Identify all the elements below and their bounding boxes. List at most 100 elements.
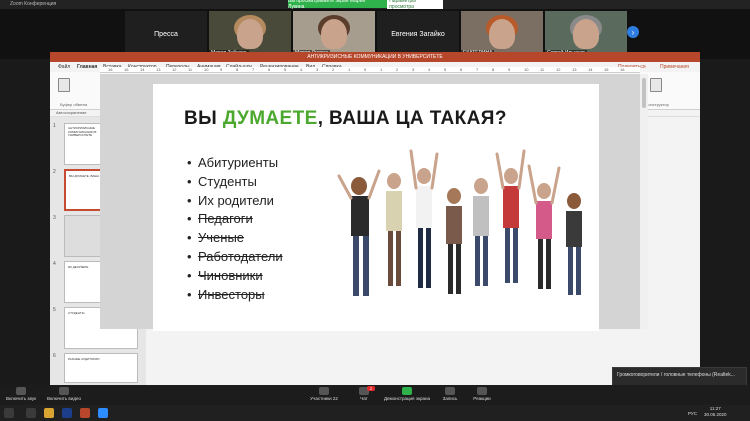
system-clock: 11:27 30.06.2020 bbox=[704, 406, 727, 417]
participants-button[interactable]: Участники 22 bbox=[306, 387, 342, 401]
thumb-number: 3 bbox=[53, 215, 56, 221]
participant-tile[interactable]: Сергей Ильичев bbox=[545, 11, 627, 57]
slide[interactable]: ВЫ ДУМАЕТЕ, ВАША ЦА ТАКАЯ? АбитуриентыСт… bbox=[153, 84, 599, 331]
ruler-mark: 11 bbox=[540, 67, 545, 72]
bullet-list: АбитуриентыСтудентыИх родителиПедагогиУч… bbox=[187, 154, 283, 304]
ruler-mark: 10 bbox=[204, 67, 209, 72]
participant-tile[interactable]: Мария Зубкова bbox=[209, 11, 291, 57]
ruler-mark: 12 bbox=[172, 67, 177, 72]
ruler-mark: 5 bbox=[284, 67, 287, 72]
zoom-control-bar: Включить звук Включить видео Участники 2… bbox=[0, 385, 750, 405]
thumb-number: 1 bbox=[53, 123, 56, 129]
participant-name: Евгения Загайко bbox=[391, 30, 445, 38]
microphone-muted-icon bbox=[16, 387, 26, 395]
scrollbar-thumb[interactable] bbox=[642, 78, 646, 108]
menu-file[interactable]: Файл bbox=[58, 64, 70, 70]
ruler-mark: 2 bbox=[332, 67, 335, 72]
slide-thumbnail[interactable]: РАЗНЫЕ АУДИТОРИИ bbox=[64, 353, 138, 383]
control-label: Чат bbox=[360, 396, 368, 401]
ruler-mark: 13 bbox=[156, 67, 161, 72]
paste-icon[interactable] bbox=[58, 78, 70, 92]
ruler-mark: 7 bbox=[252, 67, 255, 72]
group-label: Буфер обмена bbox=[60, 102, 88, 107]
start-icon[interactable] bbox=[4, 408, 14, 418]
gallery-next-button[interactable]: › bbox=[627, 26, 639, 38]
ruler-mark: 8 bbox=[492, 67, 495, 72]
participant-video bbox=[321, 19, 347, 49]
participant-tile[interactable]: ЕКАТЕРИНА bbox=[461, 11, 543, 57]
participant-video bbox=[237, 19, 263, 49]
design-ideas-icon[interactable] bbox=[650, 78, 662, 92]
participants-icon bbox=[319, 387, 329, 395]
ruler-mark: 1 bbox=[348, 67, 351, 72]
bullet-item: Студенты bbox=[187, 173, 283, 192]
control-label: Участники bbox=[310, 396, 332, 401]
zoom-icon[interactable] bbox=[98, 408, 108, 418]
reactions-icon bbox=[477, 387, 487, 395]
powerpoint-icon[interactable] bbox=[80, 408, 90, 418]
share-screen-icon bbox=[402, 387, 412, 395]
participant-name: Пресса bbox=[154, 30, 178, 38]
unmute-button[interactable]: Включить звук bbox=[4, 387, 38, 401]
ruler-mark: 1 bbox=[380, 67, 383, 72]
participant-tile[interactable]: Мария Лукина bbox=[293, 11, 375, 57]
slide-title: ВЫ ДУМАЕТЕ, ВАША ЦА ТАКАЯ? bbox=[184, 108, 507, 130]
thumb-number: 2 bbox=[53, 169, 56, 175]
bullet-item: Абитуриенты bbox=[187, 154, 283, 173]
ruler-mark: 0 bbox=[364, 67, 367, 72]
title-part: , ВАША ЦА ТАКАЯ? bbox=[317, 108, 507, 129]
bullet-item: Ученые bbox=[187, 229, 283, 248]
ruler-mark: 10 bbox=[524, 67, 529, 72]
ruler-mark: 6 bbox=[460, 67, 463, 72]
ruler-mark: 6 bbox=[268, 67, 271, 72]
language-indicator[interactable]: РУС bbox=[688, 411, 697, 416]
vertical-scrollbar[interactable] bbox=[640, 74, 648, 329]
audio-device-label: Громкоговорители / головные телефоны (Re… bbox=[617, 372, 735, 378]
control-label: Демонстрация экрана bbox=[384, 396, 430, 401]
ruler-mark: 8 bbox=[236, 67, 239, 72]
thumb-title: ЯК ДЕЛУЗЕРЕ bbox=[68, 265, 89, 269]
reactions-button[interactable]: Реакции bbox=[468, 387, 496, 401]
photoshop-icon[interactable] bbox=[62, 408, 72, 418]
document-title: АНТИКРИЗИСНЫЕ КОММУНИКАЦИИ В УНИВЕРСИТЕТ… bbox=[307, 54, 443, 60]
horizontal-ruler: 16 15 14 13 12 11 10 9 8 7 6 5 4 3 2 1 0 1 2 3 4 5 6 7 8 9 10 11 12 1… bbox=[100, 67, 640, 73]
bullet-item: Чиновники bbox=[187, 267, 283, 286]
ruler-mark: 14 bbox=[140, 67, 145, 72]
thumb-number: 6 bbox=[53, 353, 56, 359]
chrome-icon[interactable] bbox=[44, 408, 54, 418]
share-screen-button[interactable]: Демонстрация экрана bbox=[380, 387, 434, 401]
ruler-mark: 4 bbox=[300, 67, 303, 72]
participant-video bbox=[489, 19, 515, 49]
bullet-item: Инвесторы bbox=[187, 286, 283, 305]
thumb-title: РАЗНЫЕ АУДИТОРИИ bbox=[68, 357, 100, 361]
jumping-people-photo bbox=[337, 149, 582, 296]
zoom-left-backdrop bbox=[0, 59, 50, 385]
ruler-mark: 15 bbox=[604, 67, 609, 72]
ruler-mark: 7 bbox=[476, 67, 479, 72]
ruler-mark: 14 bbox=[588, 67, 593, 72]
ruler-mark: 4 bbox=[428, 67, 431, 72]
ruler-mark: 9 bbox=[220, 67, 223, 72]
record-button[interactable]: Запись bbox=[438, 387, 462, 401]
control-label: Реакции bbox=[473, 396, 491, 401]
comments-button[interactable]: Примечания bbox=[660, 64, 689, 70]
start-video-button[interactable]: Включить видео bbox=[44, 387, 84, 401]
ruler-mark: 3 bbox=[412, 67, 415, 72]
share-banner: Вы просматриваете экран Мария Лукина Пар… bbox=[288, 0, 443, 10]
ruler-mark: 16 bbox=[620, 67, 625, 72]
autosave-label: Автосохранение bbox=[56, 110, 87, 115]
ruler-mark: 9 bbox=[508, 67, 511, 72]
participant-tile[interactable]: Пресса bbox=[125, 11, 207, 57]
ruler-mark: 15 bbox=[124, 67, 129, 72]
bullet-item: Их родители bbox=[187, 192, 283, 211]
participants-count: 22 bbox=[332, 396, 338, 401]
ruler-mark: 2 bbox=[396, 67, 399, 72]
windows-taskbar bbox=[0, 405, 750, 421]
bullet-item: Педагоги bbox=[187, 210, 283, 229]
thumb-number: 4 bbox=[53, 261, 56, 267]
participant-tile[interactable]: Евгения Загайко bbox=[377, 11, 459, 57]
ruler-mark: 3 bbox=[316, 67, 319, 72]
explorer-icon[interactable] bbox=[26, 408, 36, 418]
ruler-mark: 13 bbox=[572, 67, 577, 72]
menu-home[interactable]: Главная bbox=[77, 64, 97, 70]
